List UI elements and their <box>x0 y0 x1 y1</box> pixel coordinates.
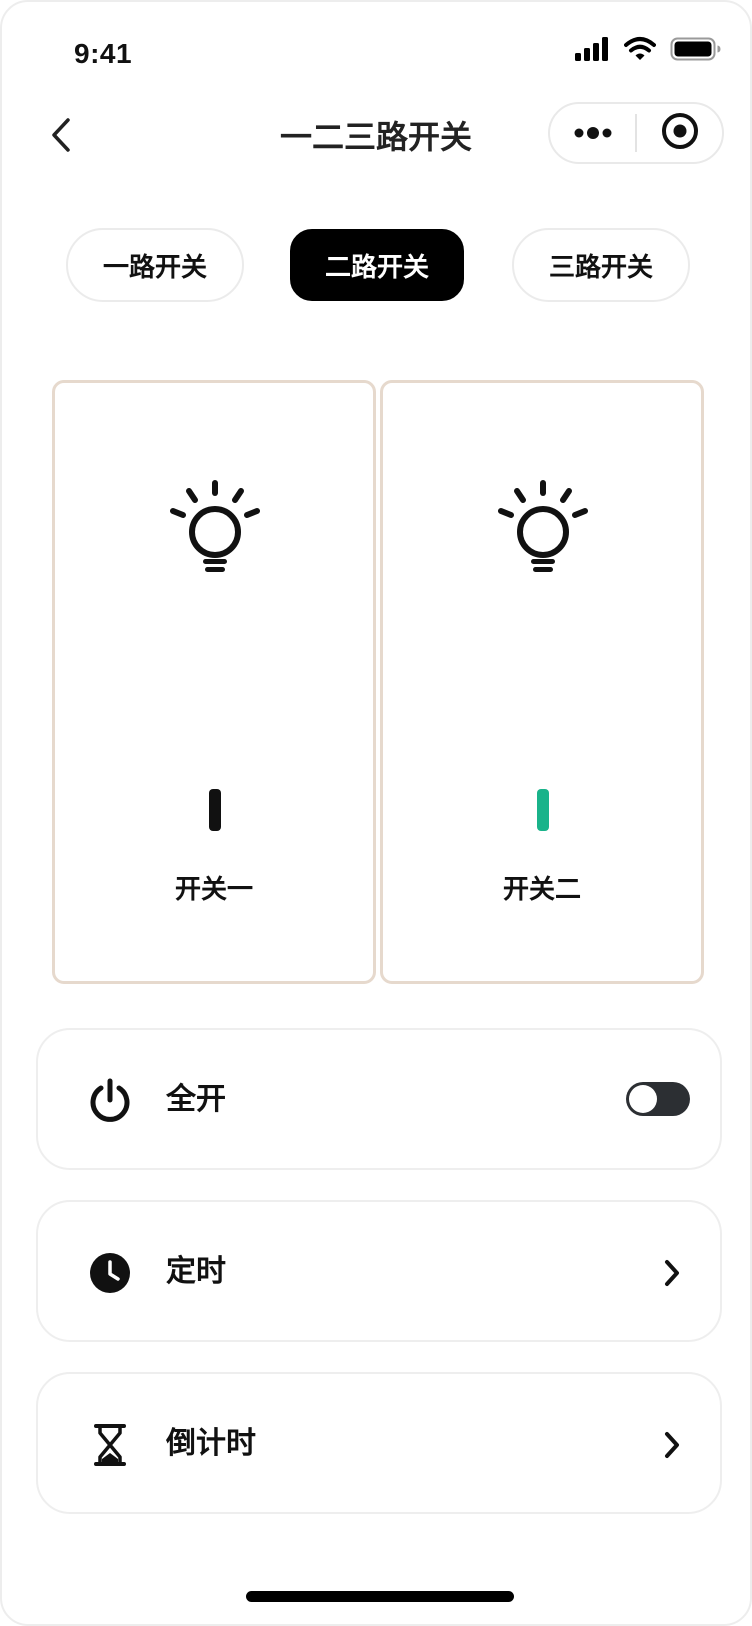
nav-bar: 一二三路开关 <box>2 98 750 174</box>
status-icons <box>574 36 722 66</box>
switch-tabs: 一路开关 二路开关 三路开关 <box>66 228 690 302</box>
light-bulb-icon <box>495 477 591 573</box>
power-icon <box>86 1077 134 1125</box>
switch-two-label: 开关二 <box>502 875 581 905</box>
chevron-right-icon <box>654 1427 690 1463</box>
chevron-right-icon <box>654 1255 690 1291</box>
countdown-row[interactable]: 倒计时 <box>36 1372 722 1514</box>
switch-one-label: 开关一 <box>174 875 253 905</box>
target-circle-icon <box>661 112 699 154</box>
more-dots-icon <box>573 124 613 143</box>
switch-two-indicator <box>537 789 549 831</box>
clock-icon <box>86 1249 134 1297</box>
phone-frame: 9:41 一二三路开关 一路开关 二路开关 三路开关 开关一 开关二 全开 定时… <box>0 0 752 1626</box>
schedule-label: 定时 <box>166 1254 226 1289</box>
switch-card-two[interactable]: 开关二 <box>380 380 704 984</box>
hourglass-icon <box>86 1421 134 1469</box>
all-on-toggle[interactable] <box>626 1082 690 1116</box>
tab-two-way-switch[interactable]: 二路开关 <box>290 229 464 301</box>
light-bulb-icon <box>167 477 263 573</box>
switch-card-one[interactable]: 开关一 <box>52 380 376 984</box>
tab-three-way-switch[interactable]: 三路开关 <box>512 228 690 302</box>
home-indicator <box>246 1591 514 1602</box>
status-bar: 9:41 <box>2 2 750 98</box>
countdown-label: 倒计时 <box>166 1426 256 1461</box>
switch-one-indicator <box>209 789 221 831</box>
battery-icon <box>670 36 722 66</box>
more-button[interactable] <box>550 104 635 162</box>
all-on-label: 全开 <box>166 1082 226 1117</box>
wifi-icon <box>624 36 656 66</box>
signal-icon <box>574 36 610 66</box>
status-time: 9:41 <box>74 38 133 69</box>
tab-one-way-switch[interactable]: 一路开关 <box>66 228 244 302</box>
close-mini-program-button[interactable] <box>637 104 722 162</box>
schedule-row[interactable]: 定时 <box>36 1200 722 1342</box>
all-on-row: 全开 <box>36 1028 722 1170</box>
mini-program-capsule <box>548 102 724 164</box>
toggle-knob <box>629 1085 657 1113</box>
